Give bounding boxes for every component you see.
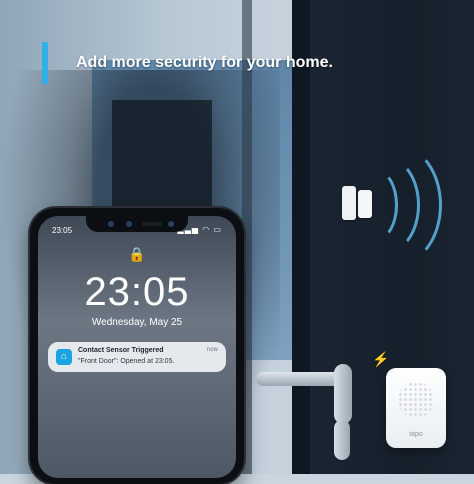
headline-banner: Add more security for your home. [42, 42, 432, 84]
front-camera-icon [108, 221, 114, 227]
sensor-dot-icon [126, 221, 132, 227]
headline-text: Add more security for your home. [76, 54, 333, 71]
notification-title: Contact Sensor Triggered [78, 347, 164, 354]
phone-notch [86, 216, 188, 232]
notification-body: "Front Door": Opened at 23:05. [78, 358, 175, 365]
tapo-app-icon: ⌂ [56, 349, 72, 365]
alert-bolt-icon: ⚡ [372, 351, 390, 367]
lock-screen: 23:05 ▂▃▅ ◠ ▭ 🔒 23:05 Wednesday, May 25 … [38, 216, 236, 478]
headline-accent-bar [42, 42, 48, 84]
notification-card[interactable]: ⌂ Contact Sensor Triggered "Front Door":… [48, 342, 226, 372]
hub-speaker-grill [398, 382, 434, 418]
smartphone: 23:05 ▂▃▅ ◠ ▭ 🔒 23:05 Wednesday, May 25 … [30, 208, 244, 484]
lock-screen-clock: 23:05 [84, 270, 190, 314]
hub-logo: tapo [409, 431, 423, 438]
status-bar-icons: ▂▃▅ ◠ ▭ [177, 225, 222, 234]
status-bar-time: 23:05 [52, 226, 73, 235]
notification-time: now [206, 347, 218, 353]
door-lock-cylinder [334, 420, 350, 460]
smart-hub: tapo [386, 368, 446, 448]
lock-screen-date: Wednesday, May 25 [91, 317, 183, 328]
door-handle-plate [334, 364, 352, 424]
speaker-icon [142, 222, 162, 226]
camera-dot-icon [168, 221, 174, 227]
lock-icon: 🔒 [128, 246, 146, 262]
signal-wave-icon [352, 144, 442, 266]
